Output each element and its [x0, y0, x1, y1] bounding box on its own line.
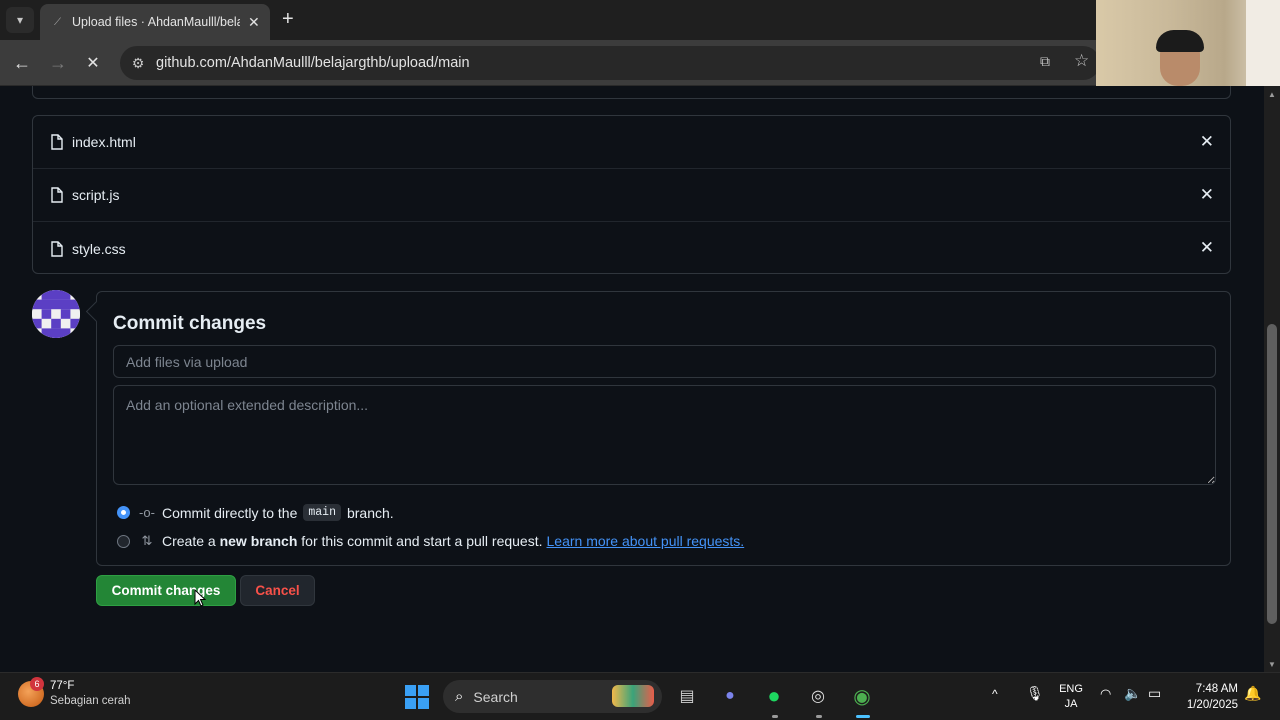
active-indicator	[856, 715, 870, 718]
file-icon	[51, 134, 63, 150]
commit-changes-button[interactable]: Commit changes	[96, 575, 236, 606]
install-app-icon[interactable]: ⧉	[1040, 53, 1050, 70]
commit-summary-input[interactable]	[113, 345, 1216, 378]
forward-arrow-icon[interactable]: →	[45, 50, 71, 76]
mouse-cursor-icon	[194, 589, 206, 607]
file-name: index.html	[72, 134, 136, 150]
windows-taskbar: 6 77°F Sebagian cerah ⌕ Search ▤ ● ● ◎ ◉…	[0, 672, 1280, 720]
page-scrollbar[interactable]: ▲ ▼	[1264, 86, 1280, 672]
scroll-down-icon[interactable]: ▼	[1268, 660, 1276, 669]
file-row: index.html ✕	[33, 116, 1230, 169]
lang-line2: JA	[1064, 698, 1078, 710]
file-name: style.css	[72, 240, 126, 257]
weather-temp: 77°F	[50, 680, 75, 692]
remove-file-icon[interactable]: ✕	[1200, 186, 1214, 203]
taskbar-search[interactable]: ⌕ Search	[443, 680, 662, 713]
uploaded-file-list: index.html ✕ script.js ✕ style.css ✕	[32, 115, 1231, 274]
option-commit-direct[interactable]: -o- Commit directly to the main branch.	[117, 504, 394, 521]
clock-time: 7:48 AM	[1195, 683, 1238, 695]
loading-icon: ⟋	[54, 16, 61, 28]
microphone-icon[interactable]: 🎙	[1026, 685, 1044, 702]
meet-video-icon[interactable]: ●	[717, 683, 743, 709]
wifi-icon[interactable]: ◠	[1100, 686, 1111, 702]
chrome-icon[interactable]: ◉	[849, 683, 875, 709]
option-direct-prefix: Commit directly to the	[162, 504, 298, 521]
taskbar-search-label: Search	[473, 688, 518, 705]
dropzone-box-bottom	[32, 86, 1231, 99]
remove-file-icon[interactable]: ✕	[1200, 239, 1214, 256]
lang-line1: ENG	[1059, 683, 1083, 695]
site-info-icon[interactable]: ⚙	[120, 55, 156, 72]
browser-toolbar: ← → ✕ ⚙ github.com/AhdanMaulll/belajargt…	[0, 40, 1280, 86]
obs-icon[interactable]: ◎	[805, 683, 831, 709]
file-name: script.js	[72, 187, 120, 203]
option-new-bold: new branch	[219, 533, 298, 549]
browser-tab-active[interactable]: ⟋ Upload files · AhdanMaulll/belajargthb…	[40, 4, 270, 40]
radio-commit-direct[interactable]	[117, 506, 130, 519]
file-row: style.css ✕	[33, 222, 1230, 275]
new-tab-button[interactable]: +	[282, 9, 294, 29]
avatar[interactable]	[32, 290, 80, 338]
weather-icon: 6	[18, 677, 44, 707]
tray-overflow-chevron-icon[interactable]: ^	[992, 687, 998, 701]
radio-new-branch[interactable]	[117, 534, 130, 548]
spotify-icon[interactable]: ●	[761, 683, 787, 709]
branch-name-code: main	[303, 504, 341, 521]
scroll-up-icon[interactable]: ▲	[1268, 90, 1276, 99]
option-new-suffix: for this commit and start a pull request…	[301, 533, 543, 549]
file-row: script.js ✕	[33, 169, 1230, 222]
weather-desc: Sebagian cerah	[50, 695, 131, 707]
github-upload-page: index.html ✕ script.js ✕ style.css ✕ Com…	[0, 86, 1264, 672]
git-commit-icon: -o-	[139, 505, 155, 520]
option-direct-suffix: branch.	[346, 504, 394, 521]
option-new-branch[interactable]: ⇅ Create a new branch for this commit an…	[117, 533, 744, 549]
tab-close-icon[interactable]: ✕	[248, 14, 260, 31]
volume-icon[interactable]: 🔈	[1124, 685, 1141, 702]
file-icon	[51, 240, 63, 257]
notification-bell-icon[interactable]: 🔔	[1244, 685, 1261, 702]
stop-loading-icon[interactable]: ✕	[80, 50, 106, 76]
running-indicator	[816, 715, 822, 718]
commit-form-title: Commit changes	[113, 313, 267, 334]
battery-icon[interactable]: ▭	[1148, 685, 1161, 702]
tab-search-menu-button[interactable]: ▾	[6, 7, 34, 33]
tab-title: Upload files · AhdanMaulll/belajargthb	[72, 15, 240, 29]
windows-start-icon[interactable]	[405, 685, 429, 709]
file-icon	[51, 187, 63, 203]
weather-badge: 6	[30, 677, 44, 691]
language-indicator[interactable]: ENG JA	[1058, 682, 1084, 712]
address-bar[interactable]: ⚙ github.com/AhdanMaulll/belajargthb/upl…	[120, 46, 1100, 80]
scrollbar-thumb[interactable]	[1267, 324, 1277, 624]
clock-date: 1/20/2025	[1186, 699, 1238, 711]
browser-tab-bar: ▾ ⟋ Upload files · AhdanMaulll/belajargt…	[0, 0, 1280, 40]
address-url[interactable]: github.com/AhdanMaulll/belajargthb/uploa…	[156, 55, 470, 71]
webcam-person-hair	[1156, 30, 1204, 52]
git-pull-request-icon: ⇅	[141, 533, 153, 548]
back-arrow-icon[interactable]: ←	[9, 50, 35, 76]
cancel-button[interactable]: Cancel	[240, 575, 315, 606]
commit-description-textarea[interactable]	[113, 385, 1216, 485]
weather-widget[interactable]: 6 77°F Sebagian cerah	[18, 677, 131, 709]
remove-file-icon[interactable]: ✕	[1200, 133, 1214, 150]
search-icon: ⌕	[455, 688, 464, 705]
learn-more-pull-requests-link[interactable]: Learn more about pull requests.	[547, 533, 745, 549]
running-indicator	[772, 715, 778, 718]
search-highlight-image	[612, 685, 654, 707]
commit-form: Commit changes -o- Commit directly to th…	[96, 291, 1231, 566]
taskbar-clock[interactable]: 7:48 AM 1/20/2025	[1176, 681, 1238, 713]
option-new-prefix: Create a	[162, 533, 216, 549]
bookmark-star-icon[interactable]: ☆	[1074, 51, 1089, 71]
file-explorer-icon[interactable]: ▤	[674, 683, 700, 709]
identicon-icon	[32, 290, 80, 338]
